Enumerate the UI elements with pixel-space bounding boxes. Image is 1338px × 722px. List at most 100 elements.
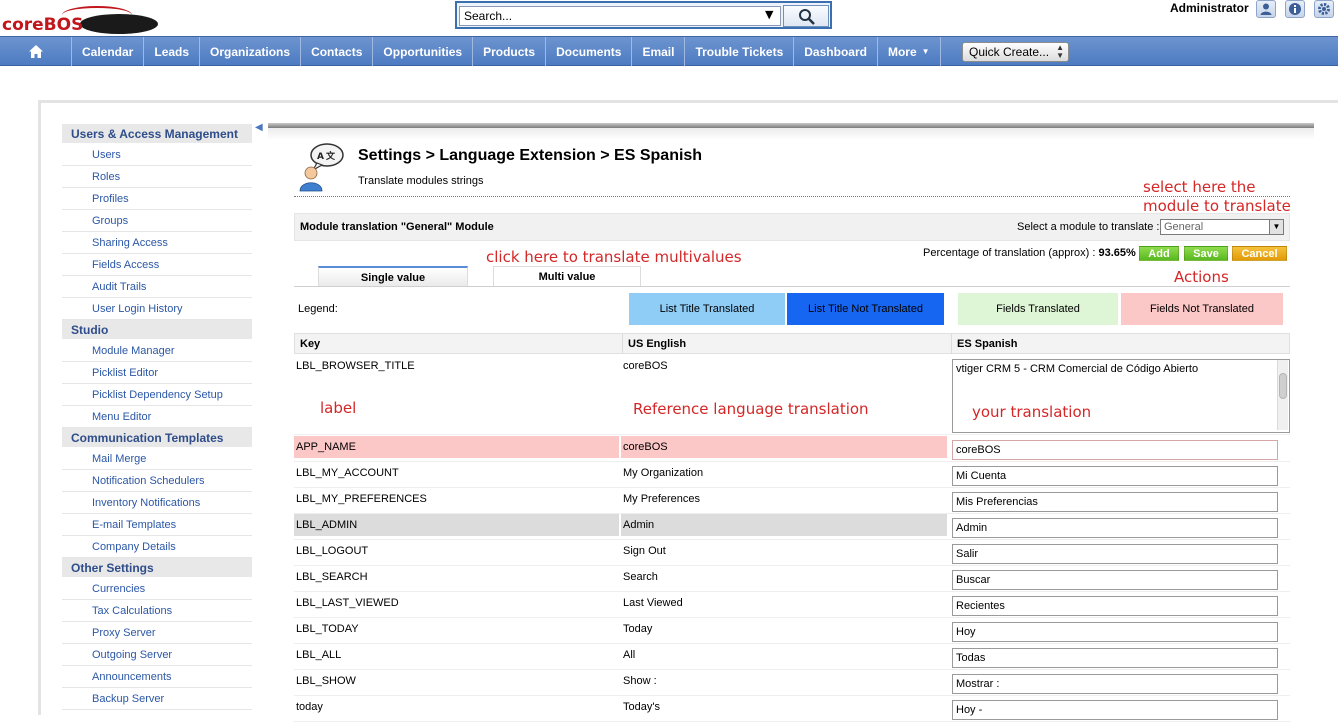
page-title: Settings > Language Extension > ES Spani… (358, 147, 703, 164)
sidebar-item-users[interactable]: Users (62, 144, 252, 166)
module-select-value: General (1164, 221, 1204, 233)
quick-create-select[interactable]: Quick Create... ▲ ▼ (962, 42, 1069, 62)
nav-organizations[interactable]: Organizations (200, 37, 302, 66)
nav-products[interactable]: Products (473, 37, 547, 66)
translation-textarea[interactable]: vtiger CRM 5 - CRM Comercial de Código A… (952, 359, 1290, 433)
legend-list-title-translated: List Title Translated (629, 293, 785, 325)
gear-icon[interactable] (1314, 0, 1334, 18)
column-es-spanish: ES Spanish (957, 338, 1018, 350)
row-en: Admin (621, 514, 947, 536)
row-en: All (623, 649, 636, 661)
cancel-button[interactable]: Cancel (1232, 246, 1287, 261)
translation-input[interactable] (952, 570, 1278, 590)
sidebar-item-tax-calculations[interactable]: Tax Calculations (62, 600, 252, 622)
row-key: LBL_MY_PREFERENCES (296, 493, 427, 505)
translation-input[interactable] (952, 622, 1278, 642)
legend-fields-translated: Fields Translated (958, 293, 1118, 325)
translation-input[interactable] (952, 518, 1278, 538)
divider (294, 196, 1290, 197)
translation-input[interactable] (952, 440, 1278, 460)
settings-sidebar: Users & Access Management Users Roles Pr… (62, 124, 252, 710)
translation-input[interactable] (952, 648, 1278, 668)
translation-input[interactable] (952, 466, 1278, 486)
sidebar-item-menu-editor[interactable]: Menu Editor (62, 406, 252, 428)
add-button[interactable]: Add (1139, 246, 1179, 261)
row-en: Last Viewed (623, 597, 683, 609)
svg-text:A: A (317, 152, 324, 162)
table-header: Key US English ES Spanish (294, 333, 1290, 354)
sidebar-item-email-templates[interactable]: E-mail Templates (62, 514, 252, 536)
sidebar-item-company-details[interactable]: Company Details (62, 536, 252, 558)
sidebar-item-picklist-dependency[interactable]: Picklist Dependency Setup (62, 384, 252, 406)
updown-arrows-icon: ▲ ▼ (1056, 43, 1064, 60)
tab-single-value[interactable]: Single value (318, 266, 468, 287)
main-nav: Calendar Leads Organizations Contacts Op… (0, 36, 1338, 66)
sidebar-item-inventory-notifications[interactable]: Inventory Notifications (62, 492, 252, 514)
sidebar-item-fields-access[interactable]: Fields Access (62, 254, 252, 276)
nav-more[interactable]: More ▼ (878, 37, 941, 66)
row-en: coreBOS (621, 436, 947, 458)
sidebar-item-notification-schedulers[interactable]: Notification Schedulers (62, 470, 252, 492)
nav-opportunities[interactable]: Opportunities (373, 37, 474, 66)
nav-contacts[interactable]: Contacts (301, 37, 374, 66)
translation-input[interactable] (952, 596, 1278, 616)
translation-input[interactable] (952, 674, 1278, 694)
table-row: LBL_MY_ACCOUNT My Organization (294, 462, 1290, 488)
annotation-select-here: select here the (1143, 178, 1256, 196)
column-divider (622, 334, 623, 354)
sidebar-item-announcements[interactable]: Announcements (62, 666, 252, 688)
sidebar-item-user-login-history[interactable]: User Login History (62, 298, 252, 320)
module-select[interactable]: General ▼ (1160, 219, 1284, 235)
sidebar-item-outgoing-server[interactable]: Outgoing Server (62, 644, 252, 666)
nav-documents[interactable]: Documents (546, 37, 633, 66)
nav-email[interactable]: Email (632, 37, 686, 66)
user-name[interactable]: Administrator (1170, 1, 1249, 15)
sidebar-item-profiles[interactable]: Profiles (62, 188, 252, 210)
nav-dashboard[interactable]: Dashboard (794, 37, 878, 66)
table-row: LBL_ADMIN Admin (294, 514, 1290, 540)
nav-more-label: More (887, 44, 917, 59)
translation-input[interactable] (952, 492, 1278, 512)
search-icon (799, 9, 815, 25)
search-dropdown-caret-icon[interactable]: ▼ (765, 8, 773, 21)
sidebar-item-proxy-server[interactable]: Proxy Server (62, 622, 252, 644)
translation-input[interactable] (952, 544, 1278, 564)
sidebar-item-currencies[interactable]: Currencies (62, 578, 252, 600)
tab-multi-value[interactable]: Multi value (493, 266, 641, 287)
annotation-actions: Actions (1174, 268, 1229, 286)
sidebar-item-picklist-editor[interactable]: Picklist Editor (62, 362, 252, 384)
search-button[interactable] (783, 5, 829, 27)
sidebar-item-groups[interactable]: Groups (62, 210, 252, 232)
sidebar-item-backup-server[interactable]: Backup Server (62, 688, 252, 710)
row-en: Show : (623, 675, 657, 687)
module-select-label: Select a module to translate : (1017, 221, 1160, 233)
sidebar-section-communication-templates: Communication Templates (62, 428, 252, 448)
nav-calendar[interactable]: Calendar (72, 37, 145, 66)
column-divider (951, 334, 952, 354)
sidebar-item-module-manager[interactable]: Module Manager (62, 340, 252, 362)
translation-input[interactable] (952, 700, 1278, 720)
home-button[interactable] (0, 37, 72, 66)
nav-trouble-tickets[interactable]: Trouble Tickets (685, 37, 795, 66)
main-top-shade (268, 128, 1314, 140)
user-icon[interactable] (1256, 0, 1276, 18)
row-key: LBL_LOGOUT (296, 545, 369, 557)
sidebar-item-sharing-access[interactable]: Sharing Access (62, 232, 252, 254)
table-row: LBL_BROWSER_TITLE coreBOS vtiger CRM 5 -… (294, 355, 1290, 435)
scrollbar-thumb[interactable] (1279, 373, 1287, 399)
info-icon[interactable] (1285, 0, 1305, 18)
save-button[interactable]: Save (1184, 246, 1228, 261)
nav-leads[interactable]: Leads (144, 37, 201, 66)
sidebar-item-mail-merge[interactable]: Mail Merge (62, 448, 252, 470)
top-header: coreBOS ▼ Administrator (0, 0, 1338, 35)
corebos-logo[interactable]: coreBOS (2, 6, 162, 36)
search-input[interactable] (459, 6, 781, 26)
sidebar-item-roles[interactable]: Roles (62, 166, 252, 188)
sidebar-item-audit-trails[interactable]: Audit Trails (62, 276, 252, 298)
annotation-reference: Reference language translation (633, 400, 869, 418)
translation-table: Key US English ES Spanish LBL_BROWSER_TI… (294, 333, 1290, 722)
table-row: LBL_LOGOUT Sign Out (294, 540, 1290, 566)
collapse-sidebar-icon[interactable]: ◀ (255, 122, 263, 133)
textarea-scrollbar[interactable] (1277, 360, 1288, 430)
row-key: LBL_TODAY (296, 623, 359, 635)
